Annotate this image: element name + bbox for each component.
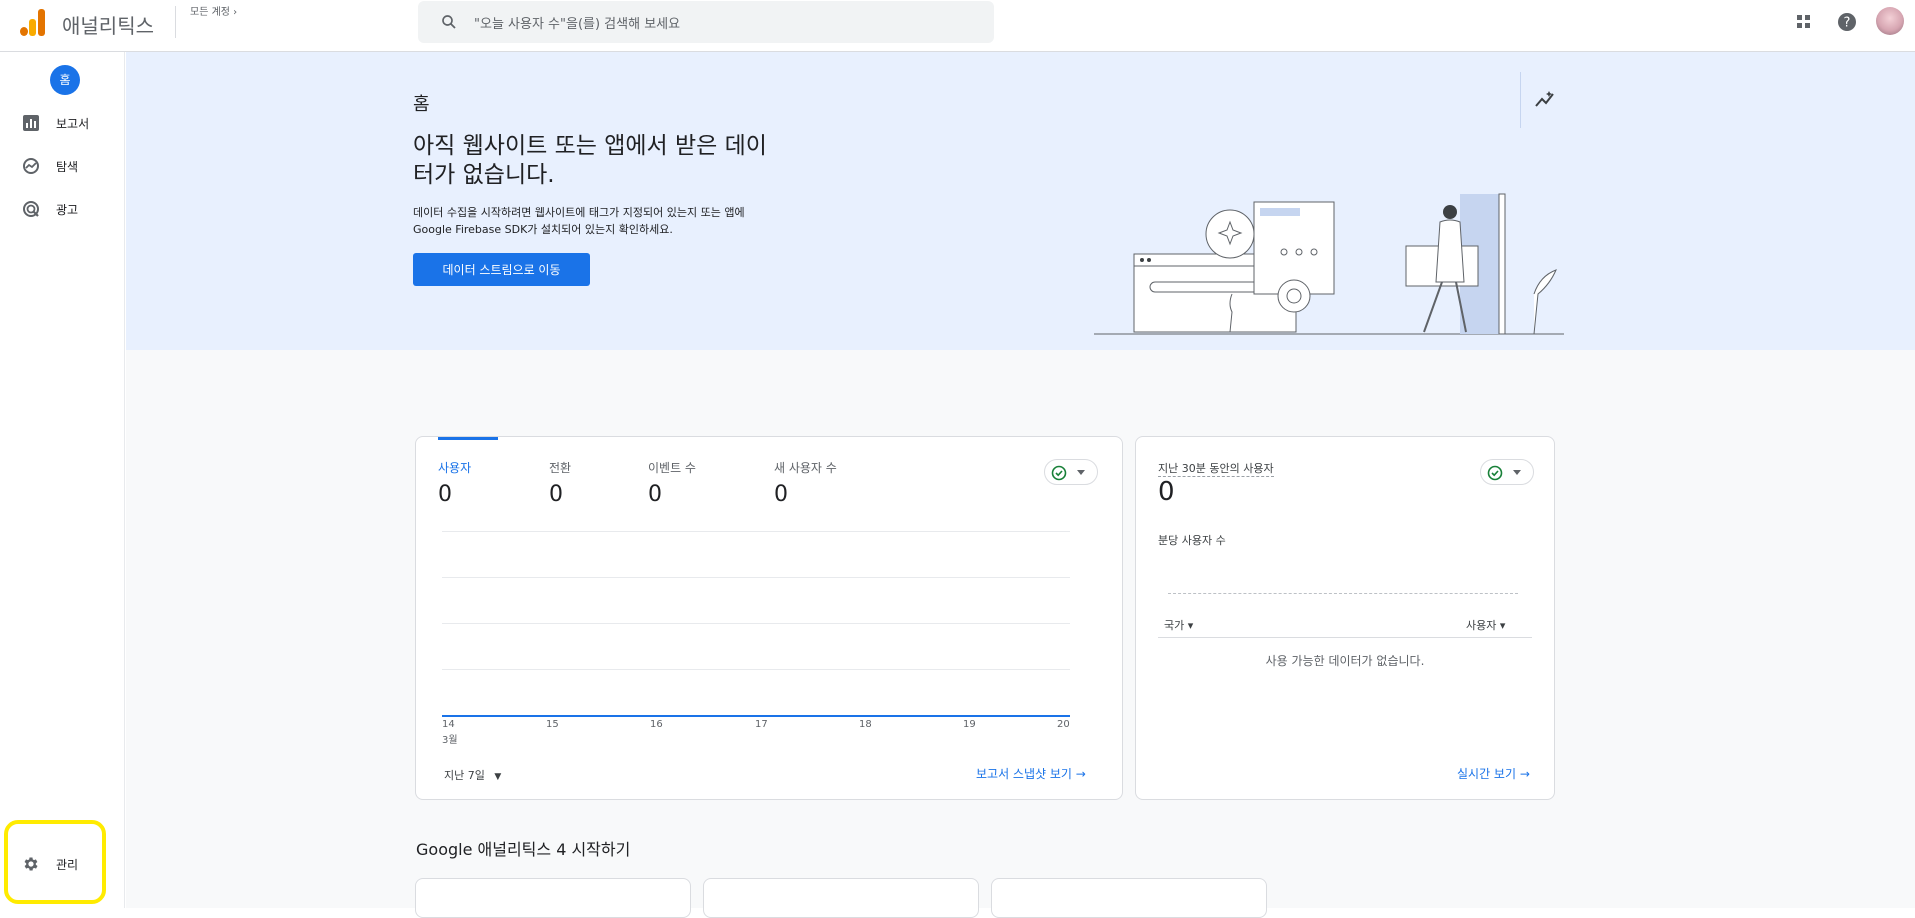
realtime-title[interactable]: 지난 30분 동안의 사용자 (1158, 460, 1274, 477)
avatar[interactable] (1876, 7, 1904, 35)
help-icon[interactable]: ? (1836, 11, 1858, 33)
metric-label: 전환 (549, 461, 572, 475)
data-stream-button[interactable]: 데이터 스트림으로 이동 (413, 253, 590, 286)
sidebar-item-home[interactable]: 홈 (50, 65, 80, 95)
metric-value: 0 (648, 482, 662, 507)
realtime-value: 0 (1158, 477, 1175, 507)
sidebar-item-explore[interactable]: 탐색 (0, 149, 125, 183)
chevron-down-icon: ▼ (494, 772, 502, 782)
check-circle-icon (1051, 465, 1067, 481)
admin-highlight (4, 820, 106, 904)
x-tick: 19 (963, 719, 976, 730)
analytics-logo[interactable] (18, 8, 46, 36)
metric-conversions[interactable]: 전환 0 (549, 459, 571, 507)
empty-state-illustration (1094, 193, 1564, 335)
metric-label: 사용자 (438, 461, 472, 475)
account-selector[interactable]: 모든 계정 › (190, 3, 237, 18)
hero-description: 데이터 수집을 시작하려면 웹사이트에 태그가 지정되어 있는지 또는 앱에 G… (413, 206, 745, 236)
sidebar-item-label: 광고 (56, 203, 79, 217)
data-quality-pill[interactable] (1044, 459, 1098, 485)
search-input[interactable]: "오늘 사용자 수"을(를) 검색해 보세요 (474, 13, 680, 32)
data-quality-pill[interactable] (1480, 459, 1534, 485)
hero-banner: 홈 아직 웹사이트 또는 앱에서 받은 데이터가 없습니다. 데이터 수집을 시… (126, 52, 1915, 350)
metric-new-users[interactable]: 새 사용자 수 0 (774, 459, 837, 507)
metric-value: 0 (774, 482, 788, 507)
view-realtime-link[interactable]: 실시간 보기 → (1457, 765, 1530, 782)
ads-target-icon (23, 201, 39, 217)
hero-subtitle: 아직 웹사이트 또는 앱에서 받은 데이터가 없습니다. (413, 133, 767, 188)
chart-gridline (442, 577, 1070, 578)
metric-label: 이벤트 수 (648, 461, 696, 475)
selected-tab-indicator (438, 437, 498, 440)
per-minute-label: 분당 사용자 수 (1158, 534, 1226, 547)
metric-label: 새 사용자 수 (774, 461, 837, 475)
view-reports-snapshot-link[interactable]: 보고서 스냅샷 보기 → (976, 765, 1086, 782)
top-bar: 애널리틱스 모든 계정 › "오늘 사용자 수"을(를) 검색해 보세요 ? (0, 0, 1915, 52)
per-minute-baseline (1168, 593, 1518, 594)
apps-grid-icon[interactable] (1794, 12, 1814, 32)
sidebar-item-ads[interactable]: 광고 (0, 192, 125, 226)
chart-gridline (442, 531, 1070, 532)
svg-text:?: ? (1844, 16, 1851, 31)
getting-started-card[interactable] (703, 878, 979, 918)
sidebar-item-reports[interactable]: 보고서 (0, 106, 125, 140)
sidebar-item-label: 보고서 (56, 117, 90, 131)
getting-started-card[interactable] (415, 878, 691, 918)
x-tick: 18 (859, 719, 872, 730)
main-content: 홈 아직 웹사이트 또는 앱에서 받은 데이터가 없습니다. 데이터 수집을 시… (126, 52, 1915, 918)
column-users[interactable]: 사용자 ▾ (1466, 617, 1505, 633)
explore-icon (23, 158, 39, 174)
header-divider (175, 6, 176, 38)
x-tick: 15 (546, 719, 559, 730)
chart-gridline (442, 623, 1070, 624)
search-bar[interactable]: "오늘 사용자 수"을(를) 검색해 보세요 (418, 1, 994, 43)
empty-state-text: 사용 가능한 데이터가 없습니다. (1265, 654, 1425, 668)
page-title: 홈 (413, 94, 430, 115)
getting-started-card[interactable] (991, 878, 1267, 918)
column-country[interactable]: 국가 ▾ (1164, 617, 1193, 633)
search-icon (442, 15, 456, 29)
chevron-down-icon (1513, 470, 1521, 475)
hero-divider (1520, 72, 1521, 128)
chart-zero-line (442, 715, 1070, 717)
metric-users[interactable]: 사용자 0 (438, 459, 471, 507)
sidebar: 홈 보고서 탐색 광고 관리 (0, 52, 125, 908)
x-tick: 20 (1057, 719, 1070, 730)
date-range-label: 지난 7일 (444, 769, 485, 782)
table-divider (1158, 637, 1532, 638)
chevron-down-icon (1077, 470, 1085, 475)
x-tick: 17 (755, 719, 768, 730)
metric-event-count[interactable]: 이벤트 수 0 (648, 459, 696, 507)
overview-card: 사용자 0 전환 0 이벤트 수 0 새 사용자 수 0 14 3월 15 16… (415, 436, 1123, 800)
realtime-card: 지난 30분 동안의 사용자 0 분당 사용자 수 국가 ▾ 사용자 ▾ 사용 … (1135, 436, 1555, 800)
x-tick: 14 (442, 719, 455, 730)
metric-value: 0 (438, 482, 452, 507)
insights-icon[interactable] (1534, 88, 1556, 110)
x-month-label: 3월 (442, 735, 458, 746)
bar-chart-icon (23, 115, 39, 131)
getting-started-title: Google 애널리틱스 4 시작하기 (416, 840, 631, 859)
metric-value: 0 (549, 482, 563, 507)
chart-gridline (442, 669, 1070, 670)
app-name: 애널리틱스 (62, 14, 154, 38)
x-tick: 16 (650, 719, 663, 730)
date-range-selector[interactable]: 지난 7일 ▼ (444, 767, 501, 783)
sidebar-item-label: 탐색 (56, 160, 79, 174)
check-circle-icon (1487, 465, 1503, 481)
